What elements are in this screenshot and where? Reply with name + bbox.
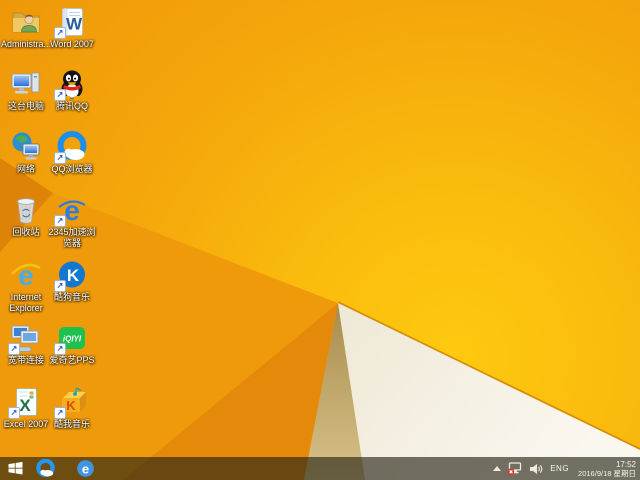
recycle-bin-icon xyxy=(10,194,42,226)
shortcut-arrow-icon: ↗ xyxy=(54,407,66,419)
qq-penguin-icon: ↗ xyxy=(54,68,88,101)
svg-text:X: X xyxy=(19,396,31,415)
qq-browser-icon: ↗ xyxy=(54,131,88,164)
shortcut-arrow-icon: ↗ xyxy=(54,280,66,292)
2345-browser-icon: e ↗ xyxy=(54,194,88,227)
shortcut-arrow-icon: ↗ xyxy=(8,407,20,419)
kuwo-music-icon: K ↗ xyxy=(54,386,88,419)
svg-text:iQIYI: iQIYI xyxy=(63,335,82,344)
windows-desktop: Administra... W ↗ Word 2007 这台电脑 ↗ 腾讯QQ … xyxy=(0,0,640,480)
shortcut-arrow-icon: ↗ xyxy=(54,27,66,39)
word-2007-icon: W ↗ xyxy=(54,6,88,39)
desktop-icon-qq-browser[interactable]: ↗ QQ浏览器 xyxy=(49,131,95,175)
desktop-icon-label: 这台电脑 xyxy=(7,101,44,111)
desktop-icon-label: QQ浏览器 xyxy=(51,164,93,174)
windows-logo-icon xyxy=(8,461,22,475)
internet-explorer-icon: e xyxy=(10,259,42,291)
desktop-icon-internet-explorer[interactable]: e Internet Explorer xyxy=(3,259,49,314)
desktop-icon-recycle-bin[interactable]: 回收站 xyxy=(3,194,49,238)
iqiyi-pps-icon: iQIYI ↗ xyxy=(54,322,88,355)
desktop-icon-label: 宽带连接 xyxy=(7,355,44,365)
network-globe-icon xyxy=(10,131,42,163)
desktop-icon-iqiyi-pps[interactable]: iQIYI ↗ 爱奇艺PPS xyxy=(49,322,95,366)
desktop-icon-network[interactable]: 网络 xyxy=(3,131,49,175)
shortcut-arrow-icon: ↗ xyxy=(54,89,66,101)
desktop-icon-label: 爱奇艺PPS xyxy=(49,355,95,365)
desktop-icon-kugou-music[interactable]: K ↗ 酷狗音乐 xyxy=(49,259,95,303)
svg-text:K: K xyxy=(67,266,80,285)
shortcut-arrow-icon: ↗ xyxy=(54,215,66,227)
desktop-icon-label: 酷我音乐 xyxy=(53,419,90,429)
desktop-icon-label: 网络 xyxy=(16,164,35,174)
volume-icon[interactable] xyxy=(529,463,543,475)
svg-text:e: e xyxy=(81,461,88,476)
show-hidden-icons-button[interactable] xyxy=(493,466,502,471)
this-pc-icon xyxy=(10,68,42,100)
desktop-icon-label: 腾讯QQ xyxy=(55,101,88,111)
kugou-music-icon: K ↗ xyxy=(54,259,88,292)
desktop-icon-this-pc[interactable]: 这台电脑 xyxy=(3,68,49,112)
desktop-icon-label: 酷狗音乐 xyxy=(53,292,90,302)
administrator-folder-icon xyxy=(10,6,42,38)
system-tray: ENG 17:52 2016/9/18 星期日 xyxy=(493,457,640,480)
desktop-icon-2345-browser[interactable]: e ↗ 2345加速浏览器 xyxy=(48,194,96,249)
desktop-icon-excel-2007[interactable]: X ↗ Excel 2007 xyxy=(3,386,49,430)
shortcut-arrow-icon: ↗ xyxy=(54,343,66,355)
clock-date: 2016/9/18 星期日 xyxy=(578,468,636,478)
taskbar-left: e xyxy=(0,457,100,480)
desktop-icon-word-2007[interactable]: W ↗ Word 2007 xyxy=(49,6,95,50)
qq-browser-taskbar-icon xyxy=(35,459,55,478)
shortcut-arrow-icon: ↗ xyxy=(54,152,66,164)
desktop-icon-label: Internet Explorer xyxy=(9,292,43,313)
taskbar: e ENG 17:52 2016/9/18 星期日 xyxy=(0,457,640,480)
desktop-icon-label: 2345加速浏览器 xyxy=(48,227,96,248)
network-status-icon[interactable] xyxy=(508,462,522,475)
desktop-icon-label: Word 2007 xyxy=(50,39,94,49)
desktop-icon-label: 回收站 xyxy=(12,227,40,237)
desktop-icon-tencent-qq[interactable]: ↗ 腾讯QQ xyxy=(49,68,95,112)
broadband-connection-icon: ↗ xyxy=(8,322,42,355)
excel-2007-icon: X ↗ xyxy=(8,386,42,419)
desktop-icon-administrator[interactable]: Administra... xyxy=(1,6,52,50)
desktop-icon-label: Administra... xyxy=(1,39,52,49)
clock-time: 17:52 xyxy=(615,459,636,469)
svg-text:K: K xyxy=(66,398,76,413)
2345-browser-taskbar-icon: e xyxy=(76,460,94,477)
desktop-icon-broadband-connection[interactable]: ↗ 宽带连接 xyxy=(3,322,49,366)
taskbar-clock[interactable]: 17:52 2016/9/18 星期日 xyxy=(576,460,636,478)
desktop-icon-kuwo-music[interactable]: K ↗ 酷我音乐 xyxy=(49,386,95,430)
svg-text:e: e xyxy=(64,195,80,226)
svg-text:W: W xyxy=(66,15,83,34)
taskbar-qq-browser-button[interactable] xyxy=(30,457,60,480)
language-indicator[interactable]: ENG xyxy=(550,464,569,473)
taskbar-2345-browser-button[interactable]: e xyxy=(70,457,100,480)
start-button[interactable] xyxy=(0,457,30,480)
desktop-icon-label: Excel 2007 xyxy=(3,419,49,429)
shortcut-arrow-icon: ↗ xyxy=(8,343,20,355)
